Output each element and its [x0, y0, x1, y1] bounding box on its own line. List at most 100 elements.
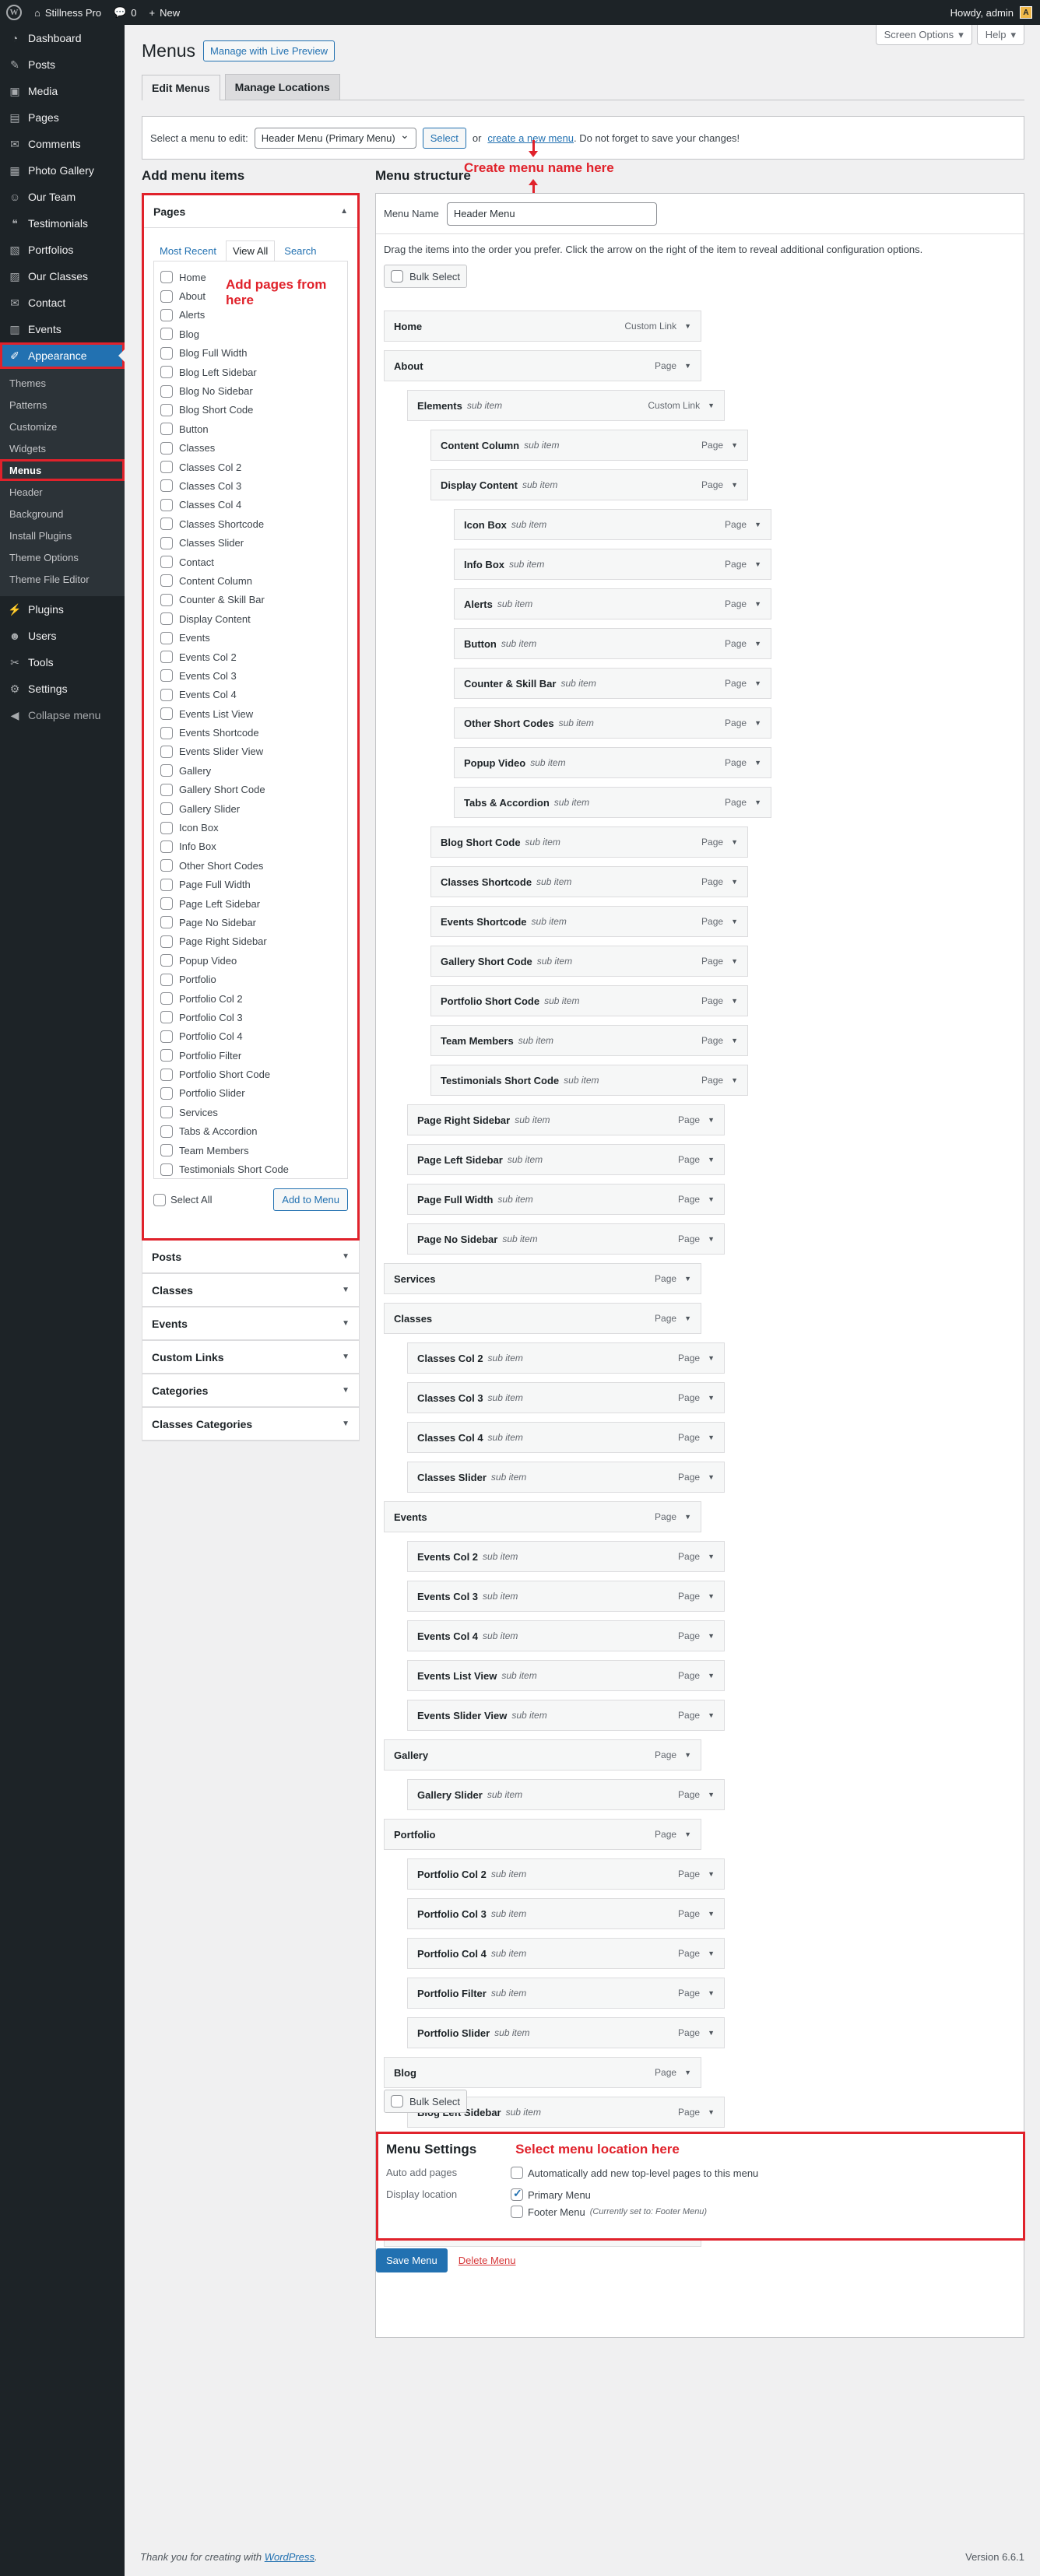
tab-search[interactable]: Search [278, 241, 322, 261]
toggle-arrow-icon[interactable]: ▼ [731, 838, 738, 846]
toggle-arrow-icon[interactable]: ▼ [708, 1235, 715, 1243]
accordion-classes-categories[interactable]: Classes Categories ▼ [142, 1408, 360, 1441]
menu-item-portfolio-filter[interactable]: Portfolio Filter sub item Page ▼ [407, 1978, 725, 2009]
toggle-arrow-icon[interactable]: ▼ [684, 1830, 691, 1838]
page-checkbox-classes-col-3[interactable]: Classes Col 3 [160, 476, 341, 495]
menu-item-media[interactable]: ▣ Media [0, 78, 125, 104]
toggle-arrow-icon[interactable]: ▼ [731, 481, 738, 489]
submenu-item-patterns[interactable]: Patterns [0, 394, 125, 416]
site-name-link[interactable]: ⌂ Stillness Pro [28, 0, 107, 25]
menu-item-events-col-4[interactable]: Events Col 4 sub item Page ▼ [407, 1620, 725, 1651]
menu-item-about[interactable]: About Page ▼ [384, 350, 701, 381]
add-to-menu-button[interactable]: Add to Menu [273, 1188, 348, 1211]
page-checkbox-blog-short-code[interactable]: Blog Short Code [160, 401, 341, 419]
toggle-arrow-icon[interactable]: ▼ [708, 1156, 715, 1163]
menu-item-classes-slider[interactable]: Classes Slider sub item Page ▼ [407, 1462, 725, 1493]
toggle-arrow-icon[interactable]: ▼ [708, 1394, 715, 1402]
menu-item-icon-box[interactable]: Icon Box sub item Page ▼ [454, 509, 771, 540]
page-checkbox-testimonials-short-code[interactable]: Testimonials Short Code [160, 1160, 341, 1178]
page-checkbox-page-right-sidebar[interactable]: Page Right Sidebar [160, 932, 341, 951]
page-checkbox-other-short-codes[interactable]: Other Short Codes [160, 856, 341, 875]
page-checkbox-portfolio-short-code[interactable]: Portfolio Short Code [160, 1065, 341, 1083]
menu-item-dashboard[interactable]: ◔ Dashboard [0, 25, 125, 51]
page-checkbox-events-shortcode[interactable]: Events Shortcode [160, 723, 341, 742]
menu-item-classes-col-4[interactable]: Classes Col 4 sub item Page ▼ [407, 1422, 725, 1453]
menu-item-gallery-short-code[interactable]: Gallery Short Code sub item Page ▼ [430, 946, 748, 977]
menu-item-elements[interactable]: Elements sub item Custom Link ▼ [407, 390, 725, 421]
submenu-item-theme-options[interactable]: Theme Options [0, 546, 125, 568]
select-all-checkbox[interactable]: Select All [153, 1193, 212, 1206]
submenu-item-theme-file-editor[interactable]: Theme File Editor [0, 568, 125, 590]
toggle-arrow-icon[interactable]: ▼ [708, 1791, 715, 1799]
page-checkbox-blog-left-sidebar[interactable]: Blog Left Sidebar [160, 363, 341, 381]
menu-name-input[interactable]: Header Menu [446, 202, 657, 226]
accordion-events[interactable]: Events ▼ [142, 1307, 360, 1341]
page-checkbox-alerts[interactable]: Alerts [160, 306, 341, 325]
menu-item-button[interactable]: Button sub item Page ▼ [454, 628, 771, 659]
page-checkbox-button[interactable]: Button [160, 419, 341, 438]
toggle-arrow-icon[interactable]: ▼ [708, 402, 715, 409]
menu-select[interactable]: Header Menu (Primary Menu) [254, 127, 416, 149]
menu-item-plugins[interactable]: ⚡ Plugins [0, 596, 125, 623]
menu-item-popup-video[interactable]: Popup Video sub item Page ▼ [454, 747, 771, 778]
menu-item-portfolio[interactable]: Portfolio Page ▼ [384, 1819, 701, 1850]
toggle-arrow-icon[interactable]: ▼ [684, 362, 691, 370]
menu-item-blog-short-code[interactable]: Blog Short Code sub item Page ▼ [430, 826, 748, 858]
page-checkbox-portfolio-filter[interactable]: Portfolio Filter [160, 1046, 341, 1065]
page-checkbox-team-members[interactable]: Team Members [160, 1141, 341, 1160]
toggle-arrow-icon[interactable]: ▼ [708, 1434, 715, 1441]
menu-item-home[interactable]: Home Custom Link ▼ [384, 311, 701, 342]
comments-link[interactable]: 💬 0 [107, 0, 142, 25]
accordion-custom-links[interactable]: Custom Links ▼ [142, 1341, 360, 1374]
menu-item-pages[interactable]: ▤ Pages [0, 104, 125, 131]
page-checkbox-events-col-4[interactable]: Events Col 4 [160, 686, 341, 704]
menu-item-users[interactable]: ☻ Users [0, 623, 125, 649]
toggle-arrow-icon[interactable]: ▼ [708, 1116, 715, 1124]
menu-item-page-no-sidebar[interactable]: Page No Sidebar sub item Page ▼ [407, 1223, 725, 1255]
toggle-arrow-icon[interactable]: ▼ [708, 1950, 715, 1957]
page-checkbox-events-col-3[interactable]: Events Col 3 [160, 666, 341, 685]
menu-item-display-content[interactable]: Display Content sub item Page ▼ [430, 469, 748, 500]
menu-item-team-members[interactable]: Team Members sub item Page ▼ [430, 1025, 748, 1056]
accordion-categories[interactable]: Categories ▼ [142, 1374, 360, 1408]
menu-item-events-slider-view[interactable]: Events Slider View sub item Page ▼ [407, 1700, 725, 1731]
page-checkbox-portfolio[interactable]: Portfolio [160, 970, 341, 988]
menu-item-other-short-codes[interactable]: Other Short Codes sub item Page ▼ [454, 707, 771, 739]
page-checkbox-blog-full-width[interactable]: Blog Full Width [160, 344, 341, 363]
toggle-arrow-icon[interactable]: ▼ [754, 759, 761, 767]
menu-item-events[interactable]: Events Page ▼ [384, 1501, 701, 1532]
toggle-arrow-icon[interactable]: ▼ [708, 1354, 715, 1362]
page-checkbox-classes-slider[interactable]: Classes Slider [160, 533, 341, 552]
new-content-link[interactable]: + New [143, 0, 187, 25]
menu-item-portfolio-slider[interactable]: Portfolio Slider sub item Page ▼ [407, 2017, 725, 2048]
toggle-arrow-icon[interactable]: ▼ [708, 1553, 715, 1560]
toggle-arrow-icon[interactable]: ▼ [708, 1910, 715, 1918]
collapse-menu-button[interactable]: ◀ Collapse menu [0, 702, 125, 728]
bulk-select-top[interactable]: Bulk Select [384, 265, 468, 288]
toggle-arrow-icon[interactable]: ▼ [684, 1513, 691, 1521]
page-checkbox-gallery[interactable]: Gallery [160, 761, 341, 780]
menu-item-classes[interactable]: Classes Page ▼ [384, 1303, 701, 1334]
page-checkbox-page-full-width[interactable]: Page Full Width [160, 876, 341, 894]
menu-item-events-col-3[interactable]: Events Col 3 sub item Page ▼ [407, 1581, 725, 1612]
delete-menu-link[interactable]: Delete Menu [459, 2255, 516, 2266]
pages-accordion-title[interactable]: Pages ▲ [144, 195, 357, 228]
menu-item-content-column[interactable]: Content Column sub item Page ▼ [430, 430, 748, 461]
submenu-item-menus[interactable]: Menus [0, 459, 125, 481]
page-checkbox-classes-col-4[interactable]: Classes Col 4 [160, 496, 341, 514]
toggle-arrow-icon[interactable]: ▼ [731, 957, 738, 965]
tab-edit-menus[interactable]: Edit Menus [142, 75, 220, 100]
page-checkbox-info-box[interactable]: Info Box [160, 837, 341, 856]
page-checkbox-classes-col-2[interactable]: Classes Col 2 [160, 458, 341, 476]
toggle-arrow-icon[interactable]: ▼ [731, 441, 738, 449]
page-checkbox-portfolio-col-2[interactable]: Portfolio Col 2 [160, 989, 341, 1008]
toggle-arrow-icon[interactable]: ▼ [754, 600, 761, 608]
toggle-arrow-icon[interactable]: ▼ [684, 1751, 691, 1759]
menu-item-gallery-slider[interactable]: Gallery Slider sub item Page ▼ [407, 1779, 725, 1810]
menu-item-posts[interactable]: ✎ Posts [0, 51, 125, 78]
toggle-arrow-icon[interactable]: ▼ [731, 997, 738, 1005]
toggle-arrow-icon[interactable]: ▼ [754, 640, 761, 648]
toggle-arrow-icon[interactable]: ▼ [684, 1275, 691, 1283]
menu-item-portfolio-col-2[interactable]: Portfolio Col 2 sub item Page ▼ [407, 1858, 725, 1890]
menu-item-classes-col-2[interactable]: Classes Col 2 sub item Page ▼ [407, 1342, 725, 1374]
